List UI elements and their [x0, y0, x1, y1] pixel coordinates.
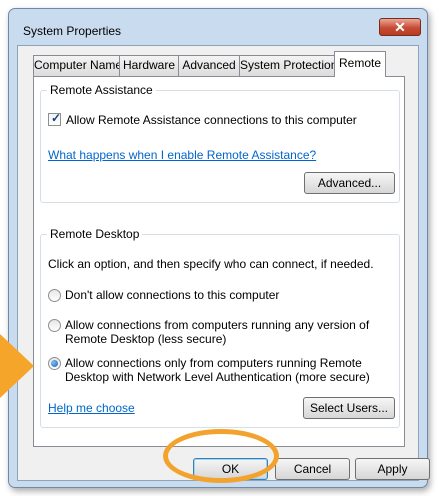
advanced-button-label: Advanced...: [317, 176, 382, 190]
tab-computer-name[interactable]: Computer Name: [33, 55, 123, 76]
tab-remote[interactable]: Remote: [334, 51, 386, 77]
checkmark-icon: ✓: [51, 111, 62, 125]
system-properties-window: System Properties ✕ Computer Name Hardwa…: [8, 8, 430, 488]
radio-allow-nla-only-label[interactable]: Allow connections only from computers ru…: [65, 356, 362, 370]
radio-allow-nla-only-label-line2[interactable]: Desktop with Network Level Authenticatio…: [65, 370, 370, 384]
allow-remote-assistance-label[interactable]: Allow Remote Assistance connections to t…: [66, 113, 357, 127]
remote-assistance-help-link[interactable]: What happens when I enable Remote Assist…: [48, 148, 316, 162]
close-button[interactable]: ✕: [379, 18, 421, 36]
remote-desktop-instructions: Click an option, and then specify who ca…: [48, 257, 374, 271]
advanced-button[interactable]: Advanced...: [304, 172, 395, 194]
tab-label: Remote: [338, 56, 382, 70]
dialog-client-area: Computer Name Hardware Advanced System P…: [17, 45, 430, 481]
tab-label: Advanced: [182, 58, 236, 72]
apply-button-label: Apply: [377, 462, 408, 476]
radio-allow-any-version[interactable]: [48, 319, 61, 332]
cancel-button[interactable]: Cancel: [275, 458, 350, 480]
tab-label: System Protection: [240, 58, 338, 72]
tab-label: Computer Name: [34, 58, 123, 72]
tab-advanced[interactable]: Advanced: [178, 55, 240, 76]
select-users-button-label: Select Users...: [309, 401, 389, 415]
radio-allow-any-version-label[interactable]: Allow connections from computers running…: [65, 318, 369, 332]
radio-allow-nla-only[interactable]: [48, 357, 61, 370]
remote-desktop-group: Remote Desktop Click an option, and then…: [40, 227, 400, 428]
allow-remote-assistance-checkbox[interactable]: ✓: [48, 111, 62, 126]
close-icon: ✕: [394, 19, 406, 35]
remote-desktop-group-title: Remote Desktop: [47, 227, 143, 241]
radio-dont-allow-label[interactable]: Don't allow connections to this computer: [65, 288, 279, 302]
remote-assistance-group: Remote Assistance ✓ Allow Remote Assista…: [40, 83, 400, 203]
tab-hardware[interactable]: Hardware: [119, 55, 179, 76]
tab-system-protection[interactable]: System Protection: [239, 55, 337, 76]
radio-allow-any-version-label-line2[interactable]: Remote Desktop (less secure): [65, 332, 226, 346]
apply-button[interactable]: Apply: [355, 458, 430, 480]
remote-assistance-group-title: Remote Assistance: [47, 83, 156, 97]
title-bar[interactable]: System Properties ✕: [9, 9, 427, 45]
help-me-choose-link[interactable]: Help me choose: [48, 401, 135, 415]
radio-dont-allow[interactable]: [48, 289, 61, 302]
remote-tab-panel: Remote Assistance ✓ Allow Remote Assista…: [33, 76, 405, 447]
tab-label: Hardware: [122, 58, 176, 72]
radio-selected-icon: [51, 360, 58, 367]
ok-button-highlight-ring: [163, 429, 279, 483]
cancel-button-label: Cancel: [293, 462, 332, 476]
select-users-button[interactable]: Select Users...: [303, 397, 395, 419]
pointer-arrow-icon: [0, 334, 34, 398]
window-title: System Properties: [23, 24, 122, 38]
